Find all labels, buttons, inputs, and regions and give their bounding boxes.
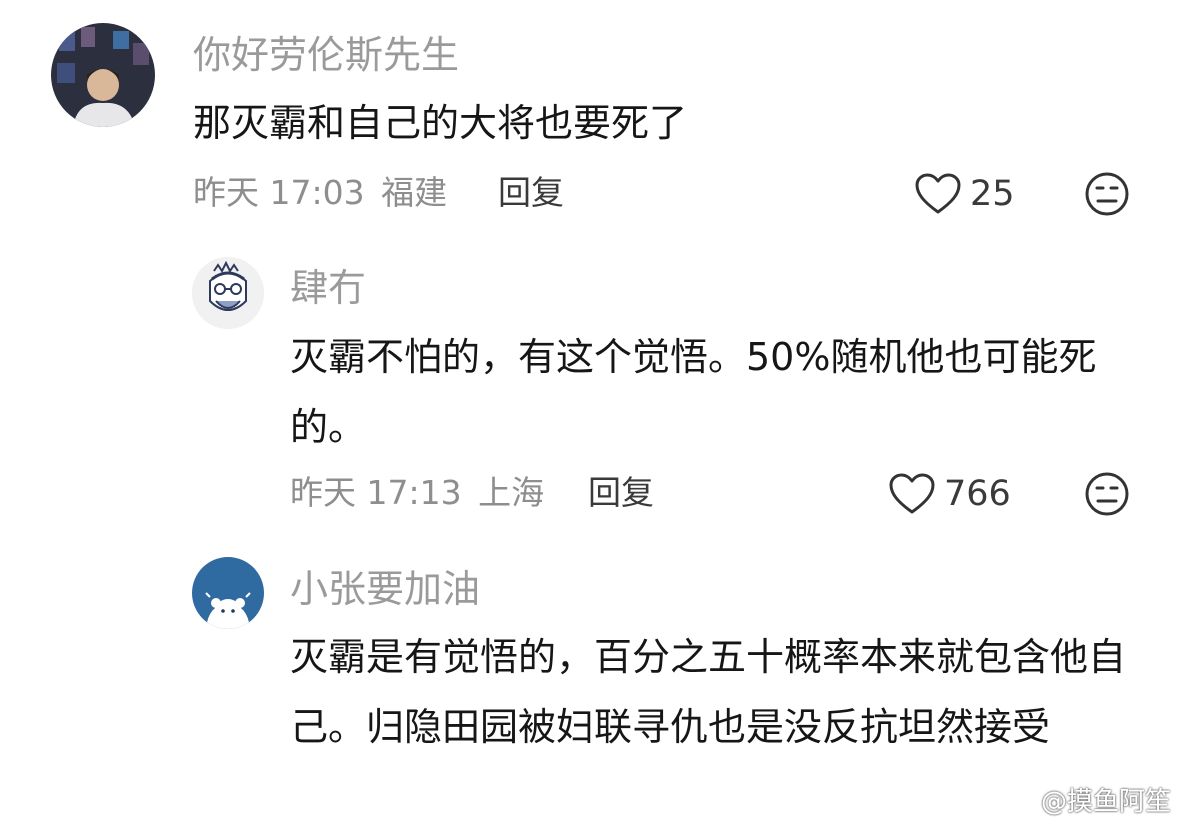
avatar-user-3-image (192, 557, 264, 629)
avatar-user-3[interactable] (192, 557, 264, 629)
comment-3-username[interactable]: 小张要加油 (290, 566, 480, 612)
heart-outline-icon (889, 473, 935, 514)
comment-2-location: 上海 (478, 473, 545, 512)
comment-2-meta: 昨天 17:13 上海 (290, 473, 544, 513)
meh-face-icon (1085, 172, 1129, 216)
comment-1-time: 昨天 17:03 (193, 173, 365, 212)
avatar-user-2[interactable] (192, 257, 264, 329)
comment-1-dislike-button[interactable] (1084, 171, 1130, 221)
comment-1-location: 福建 (381, 173, 448, 212)
meh-face-icon (1085, 472, 1129, 516)
comment-2-text: 灭霸不怕的，有这个觉悟。50%随机他也可能死的。 (290, 335, 1097, 449)
comment-1-like-count: 25 (970, 174, 1015, 214)
comment-1-like-button[interactable]: 25 (914, 172, 1015, 216)
comment-2-reply-button[interactable]: 回复 (588, 473, 654, 513)
comment-3-text: 灭霸是有觉悟的，百分之五十概率本来就包含他自己。归隐田园被妇联寻仇也是没反抗坦然… (290, 635, 1127, 749)
comment-1-reply-button[interactable]: 回复 (498, 173, 564, 213)
avatar-user-1-image (51, 23, 155, 127)
comment-2-like-count: 766 (944, 474, 1011, 514)
avatar-user-1[interactable] (51, 23, 155, 127)
comment-1-meta: 昨天 17:03 福建 (193, 173, 447, 213)
watermark: @摸鱼阿笙 (1040, 787, 1171, 817)
comment-2-dislike-button[interactable] (1084, 471, 1130, 521)
comment-2-like-button[interactable]: 766 (888, 472, 1011, 516)
heart-outline-icon (915, 173, 961, 214)
comment-1-username[interactable]: 你好劳伦斯先生 (193, 32, 459, 78)
comment-2-username[interactable]: 肆冇 (290, 265, 366, 311)
avatar-user-2-image (192, 257, 264, 329)
comment-2-time: 昨天 17:13 (290, 473, 462, 512)
comment-1-text: 那灭霸和自己的大将也要死了 (193, 101, 688, 145)
